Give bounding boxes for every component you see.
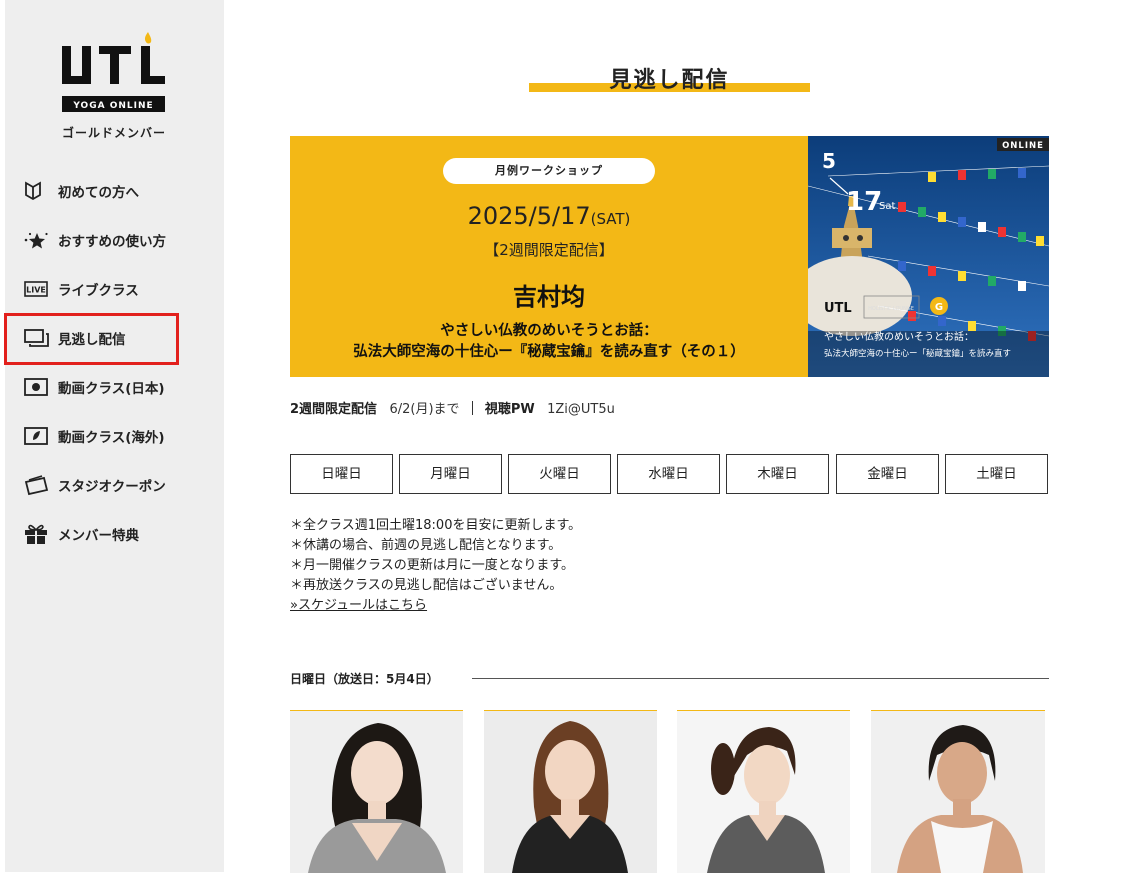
note-line: ＊月一開催クラスの更新は月に一度となります。 <box>290 558 575 573</box>
svg-text:弘法大師空海の十住心ー「秘蔵宝鑰」を読み直す: 弘法大師空海の十住心ー「秘蔵宝鑰」を読み直す <box>824 348 1011 359</box>
banner-date: 2025/5/17(SAT) <box>467 202 631 230</box>
instructor-photo <box>677 711 850 873</box>
day-tab-saturday[interactable]: 土曜日 <box>945 454 1048 494</box>
svg-text:G: G <box>935 302 943 313</box>
workshop-banner[interactable]: 月例ワークショップ 2025/5/17(SAT) 【2週間限定配信】 吉村均 や… <box>290 136 1049 377</box>
banner-limit: 【2週間限定配信】 <box>484 241 614 259</box>
active-item-highlight <box>4 313 179 365</box>
notes: ＊全クラス週1回土曜18:00を目安に更新します。 ＊休講の場合、前週の見逃し配… <box>290 516 581 616</box>
sidebar-item-live[interactable]: LIVE ライブクラス <box>24 274 224 304</box>
sidebar-item-label: メンバー特典 <box>58 528 139 544</box>
beginner-mark-icon <box>24 180 50 202</box>
banner-image: ONLINE 5 17 Sat UTL HOLISTIC LOUNGE G やさ… <box>808 136 1049 377</box>
member-rank: ゴールドメンバー <box>61 126 166 140</box>
sidebar-item-howto[interactable]: おすすめの使い方 <box>24 225 224 255</box>
section-heading: 日曜日（放送日：5月4日） <box>290 672 439 686</box>
weekday-tabs: 日曜日 月曜日 火曜日 水曜日 木曜日 金曜日 土曜日 <box>290 454 1049 494</box>
coupon-icon <box>24 474 50 496</box>
note-line: ＊再放送クラスの見逃し配信はございません。 <box>290 578 563 593</box>
banner-subtitle-1: やさしい仏教のめいそうとお話： <box>440 323 658 339</box>
video-overseas-icon <box>24 425 50 447</box>
gift-icon <box>24 523 50 545</box>
section-divider <box>472 678 1049 679</box>
svg-text:UTL: UTL <box>824 301 852 316</box>
sidebar-item-video-japan[interactable]: 動画クラス(日本) <box>24 372 224 402</box>
video-japan-icon <box>24 376 50 398</box>
svg-text:17: 17 <box>846 187 882 217</box>
instructor-card[interactable] <box>871 710 1045 873</box>
sidebar-item-benefits[interactable]: メンバー特典 <box>24 519 224 549</box>
sidebar-item-label: おすすめの使い方 <box>58 234 166 250</box>
day-tab-monday[interactable]: 月曜日 <box>399 454 502 494</box>
sidebar-item-label: スタジオクーポン <box>58 479 166 495</box>
sidebar-edge <box>0 0 5 872</box>
instructor-card[interactable] <box>290 710 463 873</box>
note-line: ＊休講の場合、前週の見逃し配信となります。 <box>290 538 562 553</box>
utl-logo[interactable]: YOGA ONLINE <box>60 30 168 114</box>
banner-text-panel: 月例ワークショップ 2025/5/17(SAT) 【2週間限定配信】 吉村均 や… <box>290 136 808 377</box>
sidebar-item-label: 動画クラス(日本) <box>58 381 165 397</box>
svg-text:LIVE: LIVE <box>26 286 46 295</box>
pw-value[interactable]: 1Zi@UT5u <box>547 402 615 417</box>
sidebar-item-beginners[interactable]: 初めての方へ <box>24 176 224 206</box>
note-line: ＊全クラス週1回土曜18:00を目安に更新します。 <box>290 518 582 533</box>
limit-until: 6/2(月)まで <box>389 402 460 417</box>
instructor-card[interactable] <box>484 710 657 873</box>
svg-text:Sat: Sat <box>879 201 895 212</box>
banner-teacher: 吉村均 <box>513 283 585 311</box>
svg-text:やさしい仏教のめいそうとお話：: やさしい仏教のめいそうとお話： <box>824 330 974 343</box>
svg-text:5: 5 <box>822 149 836 173</box>
sidebar-item-label: ライブクラス <box>58 283 139 299</box>
day-tab-tuesday[interactable]: 火曜日 <box>508 454 611 494</box>
day-tab-thursday[interactable]: 木曜日 <box>726 454 829 494</box>
schedule-link[interactable]: »スケジュールはこちら <box>290 598 427 613</box>
day-tab-wednesday[interactable]: 水曜日 <box>617 454 720 494</box>
day-tab-friday[interactable]: 金曜日 <box>836 454 939 494</box>
instructor-photo <box>484 711 657 873</box>
sidebar-item-label: 動画クラス(海外) <box>58 430 165 446</box>
sidebar-item-coupon[interactable]: スタジオクーポン <box>24 470 224 500</box>
limit-label: 2週間限定配信 <box>290 402 378 417</box>
instructor-photo <box>290 711 463 873</box>
banner-subtitle-2: 弘法大師空海の十住心ー『秘蔵宝鑰』を読み直す（その１） <box>353 344 745 360</box>
svg-text:HOLISTIC LOUNGE: HOLISTIC LOUNGE <box>868 306 914 312</box>
svg-text:YOGA ONLINE: YOGA ONLINE <box>72 101 153 111</box>
banner-tag: 月例ワークショップ <box>443 158 655 184</box>
sidebar: YOGA ONLINE ゴールドメンバー 初めての方へ おすすめの使い方 LIV… <box>0 0 224 872</box>
pw-label: 視聴PW <box>484 402 535 417</box>
page-title: 見逃し配信 <box>609 68 730 93</box>
instructor-card[interactable] <box>677 710 850 873</box>
instructor-photo <box>871 711 1045 873</box>
page-title-block: 見逃し配信 <box>529 60 810 94</box>
info-divider <box>471 401 473 415</box>
sidebar-item-video-overseas[interactable]: 動画クラス(海外) <box>24 421 224 451</box>
day-tab-sunday[interactable]: 日曜日 <box>290 454 393 494</box>
live-icon: LIVE <box>24 278 50 300</box>
svg-text:ONLINE: ONLINE <box>1002 141 1044 151</box>
stream-info: 2週間限定配信 6/2(月)まで 視聴PW 1Zi@UT5u <box>290 398 615 417</box>
star-sparkle-icon <box>24 229 50 251</box>
sidebar-item-label: 初めての方へ <box>58 185 139 201</box>
